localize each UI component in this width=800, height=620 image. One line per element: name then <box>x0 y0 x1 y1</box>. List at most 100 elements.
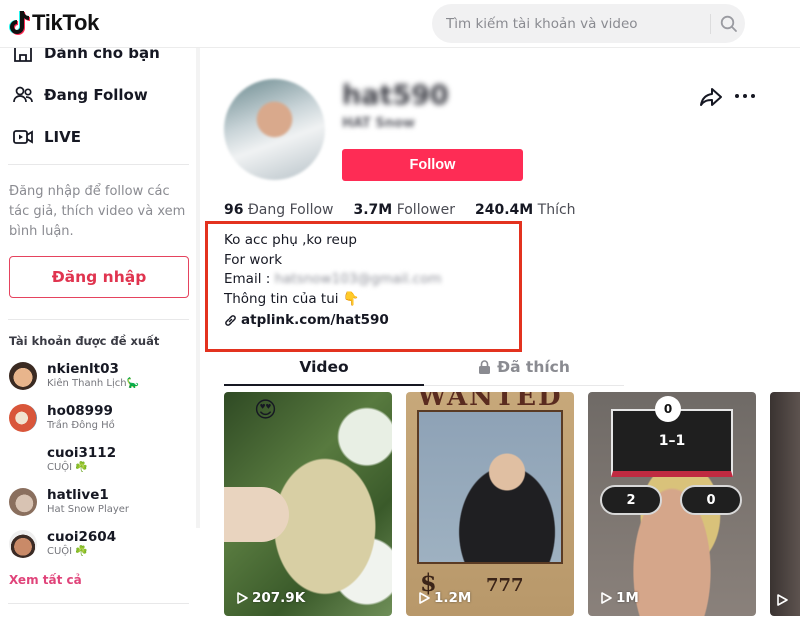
sidebar-item-for-you[interactable]: Dành cho bạn <box>12 48 160 64</box>
link-icon <box>225 314 236 326</box>
login-button[interactable]: Đăng nhập <box>9 256 189 298</box>
play-icon <box>237 592 248 604</box>
account-username: nkienlt03 <box>47 361 119 377</box>
thumbnail-content <box>417 410 563 564</box>
account-nickname: Kiên Thanh Lịch🦕 <box>47 378 140 389</box>
thumbnail-score-left: 2 <box>600 485 662 515</box>
avatar <box>9 404 37 432</box>
profile-stats: 96 Đang Follow 3.7M Follower 240.4M Thíc… <box>224 202 576 218</box>
account-username: hatlive1 <box>47 487 109 503</box>
stat-following[interactable]: 96 Đang Follow <box>224 202 334 218</box>
top-header: TikTok <box>0 0 800 48</box>
thumbnail-score-top: 0 <box>655 396 681 422</box>
search-icon <box>720 15 737 32</box>
tab-video[interactable]: Video <box>224 358 424 376</box>
profile-tabs: Video Đã thích <box>224 352 624 386</box>
view-count: 1.2M <box>418 590 471 606</box>
profile-bio: Ko acc phụ ,ko reup For work Email : hat… <box>224 231 442 309</box>
sidebar-item-live[interactable]: LIVE <box>12 126 81 148</box>
thumbnail-price: 777 <box>486 575 524 596</box>
avatar <box>9 446 37 474</box>
bio-line: Thông tin của tui 👇 <box>224 290 360 307</box>
search-button[interactable] <box>712 4 745 43</box>
tiktok-logo[interactable]: TikTok <box>8 10 99 36</box>
sidebar-item-label: LIVE <box>44 128 81 146</box>
sidebar-item-following[interactable]: Đang Follow <box>12 84 148 106</box>
profile-username: hat590 <box>342 80 449 111</box>
search-bar <box>432 4 745 43</box>
thumbnail-content <box>224 487 289 542</box>
account-username: cuoi3112 <box>47 445 117 461</box>
see-all-link[interactable]: Xem tất cả <box>9 573 82 587</box>
dot <box>751 94 755 98</box>
sidebar-item-label: Dành cho bạn <box>44 48 160 62</box>
view-count: 207.9K <box>236 590 305 606</box>
home-icon <box>14 48 32 62</box>
account-nickname: CUỘI ☘️ <box>47 462 88 473</box>
suggested-account[interactable]: cuoi3112 CUỘI ☘️ <box>9 442 116 478</box>
search-input[interactable] <box>446 15 696 32</box>
stat-value: 3.7M <box>353 202 393 218</box>
stat-followers[interactable]: 3.7M Follower <box>354 202 455 218</box>
bio-line: Ko acc phụ ,ko reup <box>224 232 357 248</box>
thumbnail-wanted-text: WANTED <box>417 392 563 412</box>
stat-label: Đang Follow <box>247 202 334 218</box>
email-label: Email : <box>224 271 275 287</box>
video-thumbnail[interactable]: WANTED $ 777 1.2M <box>406 392 574 616</box>
view-count-text: 1.2M <box>434 590 472 606</box>
play-icon <box>777 594 788 606</box>
video-thumbnail[interactable]: 1–1 0 2 0 1M <box>588 392 756 616</box>
follow-button[interactable]: Follow <box>342 149 523 181</box>
suggested-account[interactable]: ho08999 Trần Đông Hồ <box>9 400 115 436</box>
view-count <box>776 594 788 606</box>
email-value: hatsnow103@gmail.com <box>274 271 442 287</box>
suggested-account[interactable]: cuoi2604 CUỘI ☘️ <box>9 526 116 562</box>
play-icon <box>419 592 430 604</box>
video-thumbnail[interactable] <box>770 392 800 616</box>
sidebar-scrollbar[interactable] <box>196 48 200 528</box>
tiktok-note-icon <box>9 11 30 35</box>
profile-link[interactable]: atplink.com/hat590 <box>224 312 389 328</box>
dot <box>735 94 739 98</box>
stat-label: Thích <box>537 202 576 218</box>
live-icon <box>13 130 33 144</box>
sidebar: Dành cho bạn Đang Follow LIVE Đăng nhập … <box>0 48 196 620</box>
suggested-accounts-title: Tài khoản được đề xuất <box>9 334 160 348</box>
stat-label: Follower <box>396 202 455 218</box>
bio-email-line: Email : hatsnow103@gmail.com <box>224 270 442 290</box>
video-thumbnail[interactable]: 😍 207.9K <box>224 392 392 616</box>
search-divider <box>710 14 711 34</box>
account-nickname: CUỘI ☘️ <box>47 546 88 557</box>
profile-avatar <box>224 79 325 180</box>
login-hint: Đăng nhập để follow các tác giả, thích v… <box>9 184 186 239</box>
account-nickname: Hat Snow Player <box>47 504 130 515</box>
sidebar-divider <box>8 603 189 604</box>
stat-likes: 240.4M Thích <box>475 202 576 218</box>
tab-label: Đã thích <box>497 358 570 376</box>
link-text: atplink.com/hat590 <box>241 312 389 328</box>
profile-nickname: HAT Snow <box>342 116 415 131</box>
stat-value: 96 <box>224 202 244 218</box>
tab-active-indicator <box>224 384 424 386</box>
sidebar-divider <box>8 164 189 165</box>
heart-eyes-emoji: 😍 <box>254 398 277 423</box>
sidebar-divider <box>8 319 189 320</box>
view-count-text: 207.9K <box>252 590 306 606</box>
account-username: cuoi2604 <box>47 529 117 545</box>
thumbnail-score-right: 0 <box>680 485 742 515</box>
suggested-account[interactable]: hatlive1 Hat Snow Player <box>9 484 129 520</box>
share-icon[interactable] <box>699 86 723 108</box>
view-count-text: 1M <box>616 590 639 606</box>
more-options-button[interactable] <box>735 94 757 100</box>
tab-liked[interactable]: Đã thích <box>424 358 624 376</box>
suggested-account[interactable]: nkienlt03 Kiên Thanh Lịch🦕 <box>9 358 139 394</box>
avatar <box>9 362 37 390</box>
account-nickname: Trần Đông Hồ <box>47 420 115 431</box>
view-count: 1M <box>600 590 639 606</box>
account-username: ho08999 <box>47 403 113 419</box>
avatar <box>9 530 37 558</box>
logo-text: TikTok <box>32 10 100 35</box>
stat-value: 240.4M <box>474 202 534 218</box>
dot <box>743 94 747 98</box>
play-icon <box>601 592 612 604</box>
